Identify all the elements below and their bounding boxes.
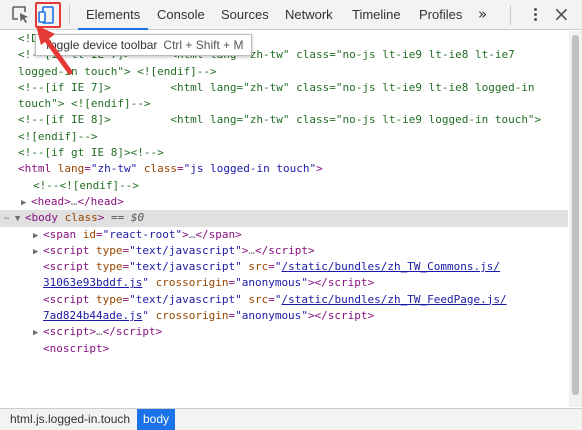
tab-console[interactable]: Console	[157, 0, 205, 30]
tab-timeline[interactable]: Timeline	[352, 0, 401, 30]
script-node-continued[interactable]: 7ad824b44ade.js" crossorigin="anonymous"…	[0, 308, 568, 324]
script-node[interactable]: <script type="text/javascript" src="/sta…	[0, 259, 568, 275]
span-node[interactable]: ▶ <span id="react-root">…</span>	[0, 227, 568, 243]
head-node[interactable]: ▶ <head>…</head>	[0, 194, 568, 210]
tab-sources[interactable]: Sources	[221, 0, 269, 30]
breadcrumb: html.js.logged-in.touch body	[0, 408, 582, 430]
collapse-triangle-icon[interactable]: ▼	[15, 211, 25, 227]
scrollbar-thumb[interactable]	[572, 35, 579, 395]
comment-line[interactable]: <!--<![endif]-->	[0, 178, 568, 194]
breadcrumb-item-html[interactable]: html.js.logged-in.touch	[4, 409, 136, 430]
devtools-toolbar: Elements Console Sources Network Timelin…	[0, 0, 582, 30]
tooltip-shortcut: Ctrl + Shift + M	[163, 38, 244, 52]
dom-tree: <!DOCTYPE html> <!--[if lt IE 7]> <html …	[0, 31, 568, 407]
expand-triangle-icon[interactable]: ▶	[21, 195, 31, 211]
expand-triangle-icon[interactable]: ▶	[33, 244, 43, 260]
expand-triangle-icon[interactable]: ▶	[33, 325, 43, 341]
comment-line[interactable]: logged-in touch"> <![endif]-->	[0, 64, 568, 80]
script-src-link[interactable]: 31063e93bddf.js	[43, 276, 142, 289]
vertical-scrollbar[interactable]	[569, 31, 582, 407]
tab-elements[interactable]: Elements	[78, 0, 149, 30]
toolbar-separator	[510, 5, 511, 25]
comment-line[interactable]: touch"> <![endif]-->	[0, 96, 568, 112]
comment-line[interactable]: <!--[if gt IE 8]><!-->	[0, 145, 568, 161]
kebab-menu-icon[interactable]	[530, 6, 540, 24]
tab-network[interactable]: Network	[285, 0, 333, 30]
script-node[interactable]: ▶ <script>…</script>	[0, 324, 568, 340]
comment-line[interactable]: <![endif]-->	[0, 129, 568, 145]
breadcrumb-item-body[interactable]: body	[137, 409, 176, 430]
script-node-continued[interactable]: 31063e93bddf.js" crossorigin="anonymous"…	[0, 275, 568, 291]
noscript-close-node[interactable]: </noscript>	[0, 406, 568, 408]
selected-marker: == $0	[110, 211, 145, 225]
noscript-open-node[interactable]: <noscript>	[0, 341, 568, 357]
close-icon[interactable]: ×	[553, 2, 570, 26]
script-src-link[interactable]: /static/bundles/zh_TW_Commons.js/	[281, 260, 500, 273]
script-src-link[interactable]: 7ad824b44ade.js	[43, 309, 142, 322]
script-node[interactable]: <script type="text/javascript" src="/sta…	[0, 292, 568, 308]
expand-triangle-icon[interactable]: ▶	[33, 228, 43, 244]
html-node[interactable]: <html lang="zh-tw" class="js logged-in t…	[0, 161, 568, 177]
body-node-selected[interactable]: ⋯ ▼ <body class> == $0	[0, 210, 568, 227]
tab-profiles[interactable]: Profiles	[419, 0, 462, 30]
comment-line[interactable]: <!--[if IE 8]> <html lang="zh-tw" class=…	[0, 112, 568, 128]
script-node[interactable]: ▶ <script type="text/javascript">…</scrip…	[0, 243, 568, 259]
tag-name: html	[24, 162, 52, 176]
script-src-link[interactable]: /static/bundles/zh_TW_FeedPage.js/	[281, 293, 506, 306]
comment-line[interactable]: <!--[if IE 7]> <html lang="zh-tw" class=…	[0, 80, 568, 96]
more-tabs-button[interactable]: »	[478, 0, 487, 30]
red-arrow-icon	[36, 25, 73, 75]
